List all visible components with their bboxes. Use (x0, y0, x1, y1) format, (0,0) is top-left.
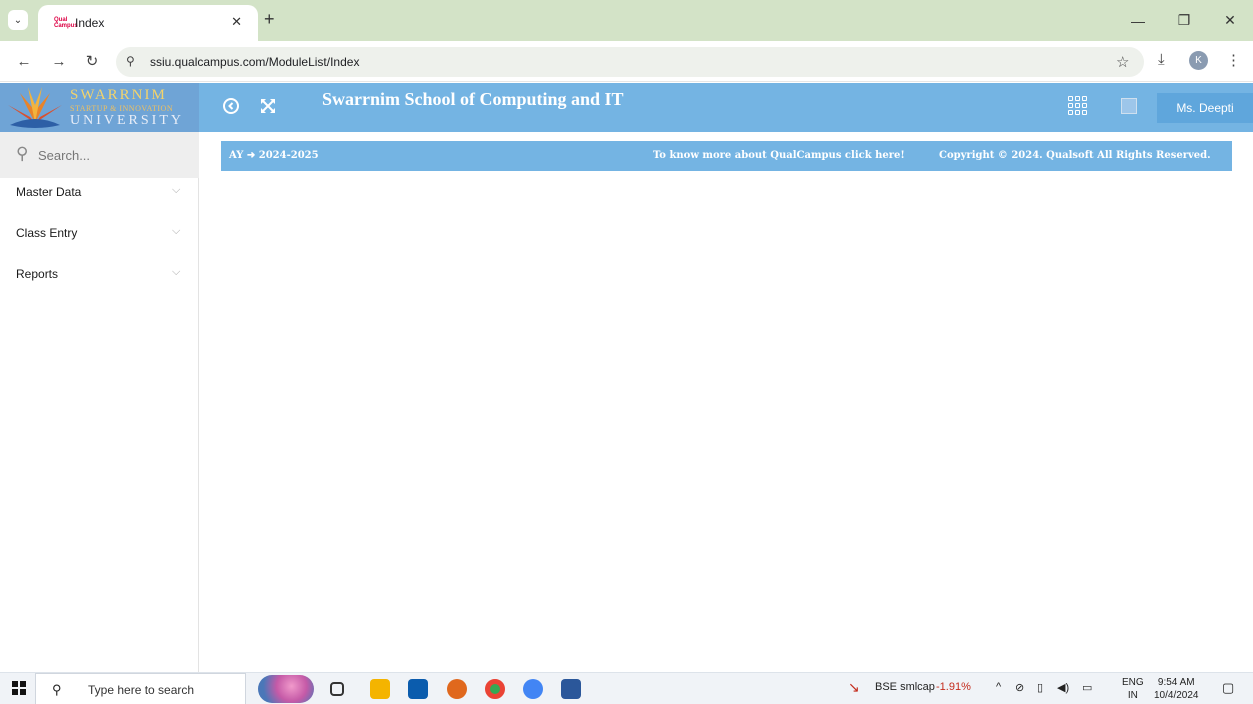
logo-line-3: UNIVERSITY (70, 113, 184, 128)
qualcampus-info-link[interactable]: To know more about QualCampus click here… (653, 150, 905, 161)
chrome-profile-icon[interactable] (523, 679, 543, 699)
taskbar-search[interactable]: ⚲ Type here to search (35, 673, 246, 704)
sidebar-toggle-icon[interactable] (220, 95, 242, 117)
lang-top: ENG (1122, 677, 1144, 688)
sidebar-item-label: Reports (16, 267, 59, 281)
minimize-icon[interactable]: — (1115, 0, 1161, 41)
search-icon: ⚲ (52, 682, 62, 697)
qualcampus-favicon-icon: Qual Campus (54, 17, 78, 29)
address-bar[interactable]: ⚲ ssiu.qualcampus.com/ModuleList/Index (116, 47, 1144, 77)
fullscreen-icon[interactable] (257, 95, 279, 117)
close-window-icon[interactable]: ✕ (1207, 0, 1253, 41)
chevron-down-icon: ⌵ (172, 184, 181, 196)
app-header: SWARRNIM STARTUP & INNOVATION UNIVERSITY… (0, 83, 1253, 132)
sidebar-item-label: Class Entry (16, 226, 78, 240)
clock-date: 10/4/2024 (1154, 690, 1199, 701)
forward-icon[interactable]: → (49, 51, 69, 71)
task-view-icon[interactable] (330, 682, 344, 696)
sidebar-item-reports[interactable]: Reports ⌵ (0, 254, 199, 294)
university-logo[interactable]: SWARRNIM STARTUP & INNOVATION UNIVERSITY (0, 83, 199, 132)
lang-bottom: IN (1127, 690, 1138, 701)
window-controls: — ❐ ✕ (1115, 0, 1253, 41)
widgets-icon[interactable] (258, 675, 314, 703)
tab-search-chevron-icon[interactable]: ⌄ (8, 10, 28, 30)
clock-time: 9:54 AM (1157, 677, 1195, 688)
clock[interactable]: 9:54 AM 10/4/2024 (1154, 676, 1199, 702)
search-icon: ⚲ (16, 144, 29, 163)
microsoft-store-icon[interactable] (408, 679, 428, 699)
apps-grid-icon[interactable] (1068, 96, 1087, 115)
tab-title: Index (75, 16, 105, 30)
ay-label: AY (229, 150, 244, 161)
site-info-icon[interactable]: ⚲ (126, 54, 135, 68)
user-name-button[interactable]: Ms. Deepti (1157, 93, 1253, 123)
screen: ⌄ Qual Campus Index ✕ + — ❐ ✕ ← → ↻ ⚲ ss… (0, 0, 1253, 704)
windows-start-icon[interactable] (12, 681, 26, 695)
taskbar: ⚲ Type here to search ↘ BSE smlcap -1.91… (0, 672, 1253, 704)
network-off-icon[interactable]: ⊘ (1015, 681, 1024, 694)
volume-icon[interactable]: ◀) (1057, 681, 1069, 694)
browser-tab[interactable]: Qual Campus Index ✕ (38, 5, 258, 41)
profile-avatar[interactable]: K (1189, 51, 1208, 70)
taskbar-search-placeholder: Type here to search (88, 683, 195, 697)
reload-icon[interactable]: ↻ (82, 51, 102, 71)
stock-change: -1.91% (936, 681, 971, 693)
notifications-icon[interactable]: ▢ (1222, 680, 1234, 696)
download-icon[interactable]: ⤓ (1158, 51, 1165, 68)
browser-tab-strip: ⌄ Qual Campus Index ✕ + — ❐ ✕ (0, 0, 1253, 41)
lotus-logo-icon (8, 87, 62, 128)
language-indicator[interactable]: ENG IN (1122, 676, 1144, 702)
sidebar-item-master-data[interactable]: Master Data ⌵ (0, 172, 199, 212)
sidebar-item-label: Master Data (16, 185, 82, 199)
sidebar-item-class-entry[interactable]: Class Entry ⌵ (0, 213, 199, 253)
word-icon[interactable] (561, 679, 581, 699)
academic-year: AY ➜ 2024-2025 (229, 150, 319, 161)
file-explorer-icon[interactable] (370, 679, 390, 699)
display-icon[interactable]: ▭ (1082, 681, 1092, 694)
chevron-down-icon: ⌵ (172, 266, 181, 278)
url-text: ssiu.qualcampus.com/ModuleList/Index (150, 55, 360, 69)
restore-icon[interactable]: ❐ (1161, 0, 1207, 41)
chrome-icon[interactable] (485, 679, 505, 699)
search-input[interactable] (38, 144, 188, 166)
chevron-down-icon: ⌵ (172, 225, 181, 237)
sidebar: ⚲ Master Data ⌵ Class Entry ⌵ Reports ⌵ (0, 132, 199, 672)
firefox-icon[interactable] (447, 679, 467, 699)
logo-line-2: STARTUP & INNOVATION (70, 104, 174, 113)
ay-value: 2024-2025 (258, 150, 319, 161)
arrow-right-icon: ➜ (246, 150, 256, 161)
battery-icon[interactable]: ▯ (1037, 681, 1043, 694)
user-avatar[interactable] (1121, 98, 1137, 114)
new-tab-icon[interactable]: + (264, 10, 275, 28)
bookmark-star-icon[interactable]: ☆ (1116, 53, 1129, 71)
back-icon[interactable]: ← (14, 51, 34, 71)
logo-text: SWARRNIM STARTUP & INNOVATION UNIVERSITY (70, 87, 184, 129)
tab-close-icon[interactable]: ✕ (231, 14, 242, 30)
stock-name[interactable]: BSE smlcap (875, 681, 935, 693)
copyright-text: Copyright © 2024. Qualsoft All Rights Re… (939, 150, 1211, 161)
page-title: Swarrnim School of Computing and IT (322, 89, 624, 109)
logo-line-1: SWARRNIM (70, 87, 167, 103)
stock-down-icon: ↘ (848, 679, 860, 695)
browser-menu-icon[interactable]: ⋮ (1226, 51, 1241, 69)
info-bar: AY ➜ 2024-2025 To know more about QualCa… (221, 141, 1232, 171)
show-hidden-icons-icon[interactable]: ^ (996, 681, 1001, 693)
